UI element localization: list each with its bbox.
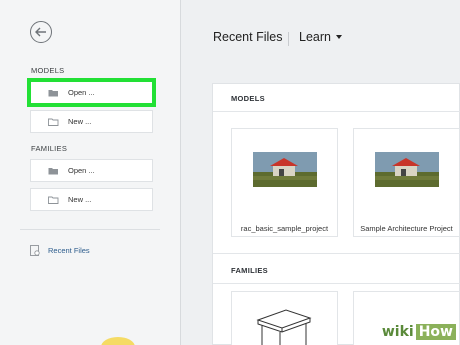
- panel-divider: [213, 111, 460, 112]
- recent-files-label: Recent Files: [48, 246, 90, 255]
- open-family-label: Open ...: [68, 166, 95, 175]
- panel-divider: [213, 253, 460, 254]
- project-thumbnail: [375, 152, 439, 187]
- main-area: Recent Files Learn MODELS rac_basic_samp…: [182, 0, 460, 345]
- new-model-label: New ...: [68, 117, 92, 126]
- open-family-button[interactable]: Open ...: [30, 159, 153, 182]
- new-file-icon: [48, 196, 59, 204]
- folder-open-icon: [48, 167, 58, 174]
- sidebar: MODELS Open ... New ... FAMILIES Open ..…: [0, 0, 181, 345]
- model-card-label: rac_basic_sample_project: [240, 224, 329, 233]
- table-family-thumbnail: [256, 309, 312, 345]
- open-model-button[interactable]: Open ...: [27, 78, 156, 107]
- project-thumbnail: [253, 152, 317, 187]
- back-arrow-icon[interactable]: [30, 21, 52, 43]
- sidebar-divider: [20, 229, 160, 230]
- model-card[interactable]: rac_basic_sample_project: [231, 128, 338, 237]
- new-family-button[interactable]: New ...: [30, 188, 153, 211]
- families-heading: FAMILIES: [231, 266, 268, 275]
- models-section-label: MODELS: [31, 66, 65, 75]
- model-card[interactable]: Sample Architecture Project: [353, 128, 460, 237]
- new-model-button[interactable]: New ...: [30, 110, 153, 133]
- recent-files-link[interactable]: Recent Files: [30, 245, 90, 256]
- family-card[interactable]: [231, 291, 338, 345]
- learn-label: Learn: [299, 30, 331, 44]
- model-card-label: Sample Architecture Project: [360, 224, 453, 233]
- new-family-label: New ...: [68, 195, 92, 204]
- learn-dropdown[interactable]: Learn: [299, 30, 342, 44]
- recent-files-icon: [30, 245, 40, 256]
- wikihow-watermark: wiki How: [379, 322, 456, 342]
- page-title: Recent Files: [213, 30, 283, 44]
- panel-divider: [213, 283, 460, 284]
- models-heading: MODELS: [231, 94, 265, 103]
- cursor-highlight: [101, 337, 135, 345]
- open-model-label: Open ...: [68, 88, 95, 97]
- caret-down-icon: [335, 35, 342, 39]
- recent-files-panel: MODELS rac_basic_sample_project Sample A…: [212, 83, 460, 345]
- watermark-part1: wiki: [379, 324, 416, 340]
- new-file-icon: [48, 118, 59, 126]
- folder-open-icon: [48, 89, 58, 96]
- header-separator: [288, 32, 289, 46]
- families-section-label: FAMILIES: [31, 144, 68, 153]
- watermark-part2: How: [415, 324, 456, 340]
